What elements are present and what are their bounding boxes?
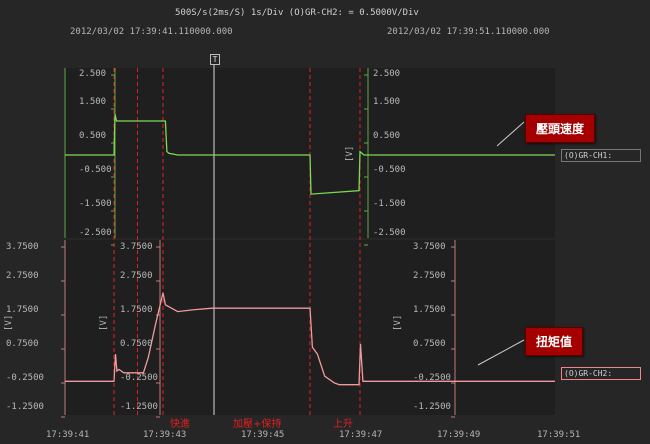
ch1-tick-left: 1.500 bbox=[79, 97, 107, 107]
x-tick: 17:39:41 bbox=[46, 430, 90, 440]
ch2-tick-outer-left: -1.2500 bbox=[6, 402, 44, 412]
start-timestamp: 2012/03/02 17:39:41.110000.000 bbox=[70, 27, 233, 37]
trigger-marker[interactable]: T bbox=[210, 54, 220, 65]
ch2-tick-inner-right: -0.2500 bbox=[413, 373, 451, 383]
x-tick: 17:39:47 bbox=[339, 430, 383, 440]
ch2-channel-box[interactable]: (O)GR-CH2: bbox=[561, 367, 641, 380]
ch2-tick-outer-left: -0.2500 bbox=[6, 373, 44, 383]
marker-press-hold: 加壓+保持 bbox=[233, 419, 282, 430]
x-tick: 17:39:43 bbox=[143, 430, 187, 440]
ch2-tick-inner-right: 2.7500 bbox=[413, 271, 446, 281]
ch1-tick-left: -0.500 bbox=[79, 165, 112, 175]
x-tick: 17:39:45 bbox=[241, 430, 285, 440]
ch2-tick-inner-right: -1.2500 bbox=[413, 402, 451, 412]
ch2-tick-inner-left: 3.7500 bbox=[120, 242, 153, 252]
x-tick: 17:39:51 bbox=[537, 430, 581, 440]
ch2-tick-inner-right: 1.7500 bbox=[413, 305, 446, 315]
ch2-tick-inner-left: 2.7500 bbox=[120, 271, 153, 281]
ch1-tick-right: -1.500 bbox=[373, 199, 406, 209]
ch1-unit-label: [V] bbox=[345, 145, 355, 162]
ch2-annotation: 扭矩值 bbox=[525, 327, 584, 356]
ch1-tick-right: 2.500 bbox=[373, 69, 401, 79]
ch2-tick-outer-left: 3.7500 bbox=[6, 242, 39, 252]
ch1-tick-left: 0.500 bbox=[79, 131, 107, 141]
end-timestamp: 2012/03/02 17:39:51.110000.000 bbox=[387, 27, 550, 37]
ch1-tick-left: -1.500 bbox=[79, 199, 112, 209]
ch2-tick-inner-left: 1.7500 bbox=[120, 305, 153, 315]
ch1-tick-right: 0.500 bbox=[373, 131, 401, 141]
scale-info: 500S/s(2ms/S) 1s/Div (O)GR-CH2: = 0.5000… bbox=[175, 8, 419, 18]
ch2-tick-inner-right: 3.7500 bbox=[413, 242, 446, 252]
ch2-unit-label-right: [V] bbox=[393, 314, 403, 331]
marker-rise: 上升 bbox=[333, 419, 353, 430]
ch1-tick-left: -2.500 bbox=[79, 228, 112, 238]
ch1-tick-right: 1.500 bbox=[373, 97, 401, 107]
ch2-tick-inner-left: -0.2500 bbox=[120, 373, 158, 383]
ch2-unit-label-outer: [V] bbox=[4, 314, 14, 331]
x-tick: 17:39:49 bbox=[437, 430, 481, 440]
ch2-tick-outer-left: 2.7500 bbox=[6, 271, 39, 281]
ch1-tick-right: -2.500 bbox=[373, 228, 406, 238]
oscilloscope-plot bbox=[61, 64, 555, 418]
marker-fast-approach: 快進 bbox=[170, 419, 190, 430]
ch2-tick-inner-left: -1.2500 bbox=[120, 402, 158, 412]
ch1-annotation: 壓頭速度 bbox=[525, 114, 596, 143]
ch1-tick-right: -0.500 bbox=[373, 165, 406, 175]
ch1-tick-left: 2.500 bbox=[79, 69, 107, 79]
ch2-tick-outer-left: 1.7500 bbox=[6, 305, 39, 315]
ch1-channel-box[interactable]: (O)GR-CH1: bbox=[561, 149, 641, 162]
ch2-tick-inner-left: 0.7500 bbox=[120, 339, 153, 349]
ch2-tick-outer-left: 0.7500 bbox=[6, 339, 39, 349]
ch2-tick-inner-right: 0.7500 bbox=[413, 339, 446, 349]
ch2-unit-label-left: [V] bbox=[99, 314, 109, 331]
